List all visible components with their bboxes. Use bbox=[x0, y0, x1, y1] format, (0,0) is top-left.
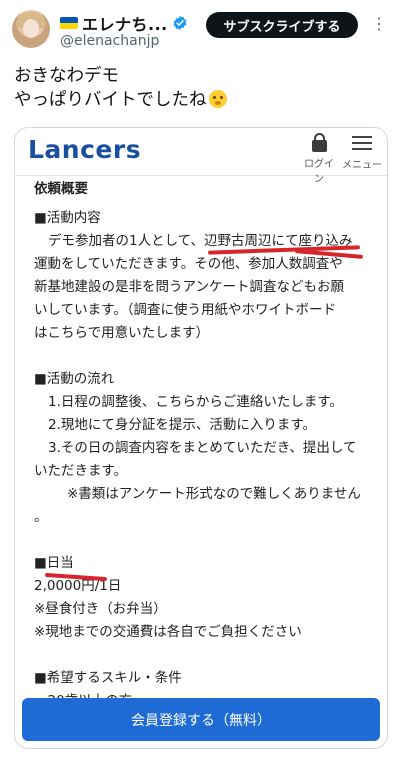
avatar[interactable] bbox=[12, 10, 50, 48]
flow-title: ■活動の流れ bbox=[34, 371, 115, 387]
flow-line: 2.現地にて身分証を提示、活動に入ります。 bbox=[48, 417, 317, 433]
display-name-row[interactable]: エレナち... bbox=[60, 11, 188, 35]
activity-line: 運動をしていただきます。その他、参加人数調査や bbox=[34, 256, 343, 272]
section-heading: 依頼概要 bbox=[34, 181, 88, 197]
flow-line: 3.その日の調査内容をまとめていただき、提出して bbox=[48, 440, 357, 456]
lancers-header: Lancers ログイン メニュー bbox=[15, 128, 387, 185]
ukraine-flag-icon bbox=[60, 17, 78, 29]
subscribe-button[interactable]: サブスクライブする bbox=[206, 12, 358, 38]
hamburger-menu-icon bbox=[352, 136, 372, 150]
tweet-text: おきなわデモ やっぱりバイトでしたね bbox=[14, 64, 227, 112]
flow-line: ※書類はアンケート形式なので難しくありません bbox=[67, 486, 361, 502]
job-description: 依頼概要 ■活動内容 デモ参加者の1人として、辺野古周辺にて座り込み 運動をして… bbox=[34, 178, 379, 713]
display-name[interactable]: エレナち... bbox=[82, 11, 168, 35]
skills-title: ■希望するスキル・条件 bbox=[34, 670, 182, 686]
register-button[interactable]: 会員登録する（無料） bbox=[22, 698, 380, 741]
tweet-text-line-2: やっぱりバイトでしたね bbox=[14, 88, 227, 112]
embedded-image[interactable]: Lancers ログイン メニュー 依頼概要 ■活動内容 デモ参加者の1人として… bbox=[14, 127, 388, 749]
pay-line: ※現地までの交通費は各自でご負担ください bbox=[34, 624, 302, 640]
pay-title: ■日当 bbox=[34, 555, 74, 571]
tweet-header: エレナち... @elenachanjp サブスクライブする ⋮ bbox=[0, 0, 400, 55]
menu-button: メニュー bbox=[342, 132, 382, 171]
hand-over-mouth-emoji-icon bbox=[208, 90, 227, 108]
menu-label: メニュー bbox=[342, 160, 382, 171]
lock-icon bbox=[311, 133, 327, 152]
flow-line: 。 bbox=[34, 509, 48, 525]
tweet-text-line-1: おきなわデモ bbox=[14, 66, 119, 86]
activity-line: 新基地建設の是非を問うアンケート調査などもお願 bbox=[34, 279, 344, 295]
handle[interactable]: @elenachanjp bbox=[60, 33, 159, 49]
flow-line: いただきます。 bbox=[34, 463, 128, 479]
verified-badge-icon bbox=[173, 16, 187, 30]
activity-title: ■活動内容 bbox=[34, 210, 101, 226]
lancers-logo: Lancers bbox=[28, 135, 142, 164]
activity-line: いしています。（調査に使う用紙やホワイトボード bbox=[34, 302, 336, 318]
pay-line: ※昼食付き（お弁当） bbox=[34, 601, 167, 617]
more-options-icon[interactable]: ⋮ bbox=[370, 14, 388, 34]
activity-line: はこちらで用意いたします） bbox=[34, 325, 210, 341]
flow-line: 1.日程の調整後、こちらからご連絡いたします。 bbox=[48, 394, 344, 410]
